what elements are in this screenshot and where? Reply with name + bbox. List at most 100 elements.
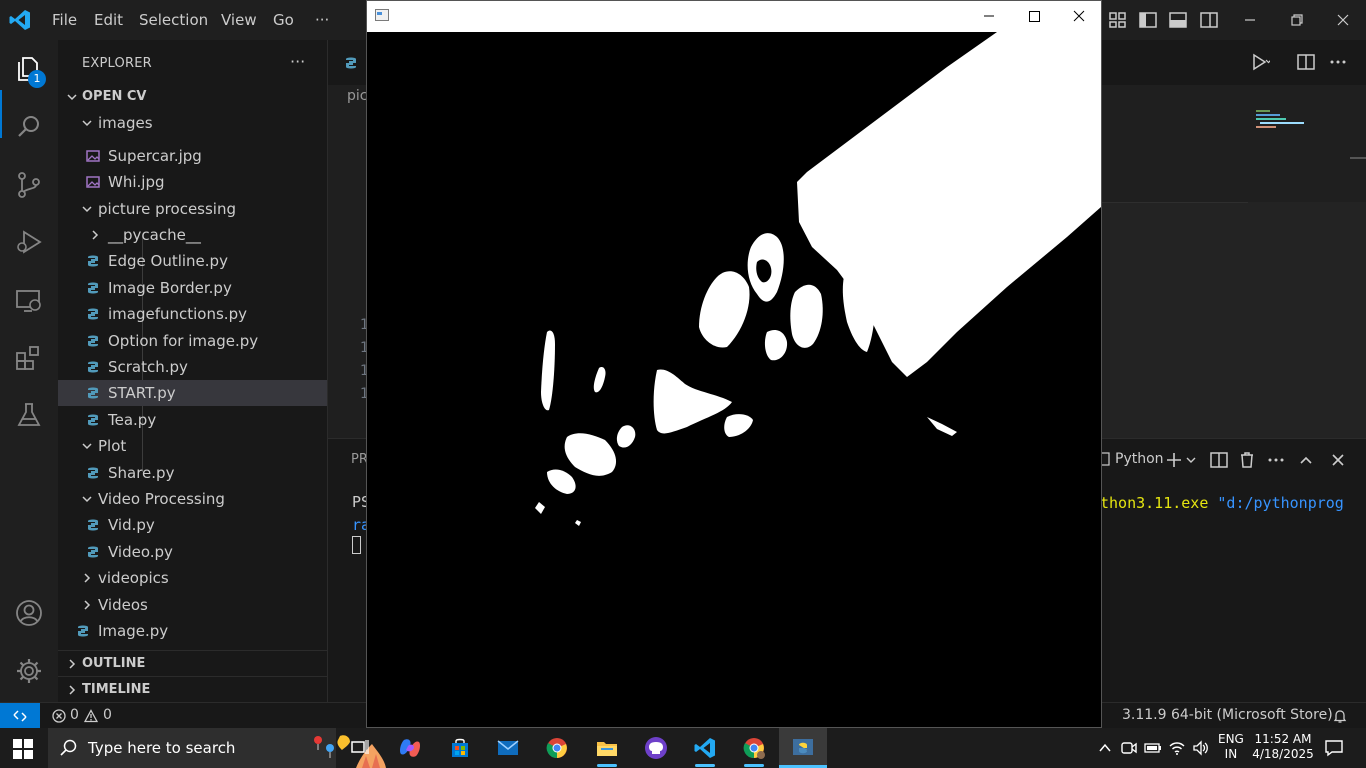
image-window-close-icon[interactable] — [1067, 5, 1091, 27]
tree-file-tea-py[interactable]: Tea.py — [58, 407, 327, 433]
remote-icon — [13, 710, 27, 722]
taskbar-mail[interactable] — [484, 728, 532, 768]
vscode-minimize-icon[interactable] — [1240, 10, 1260, 30]
toggle-secondary-sidebar-icon[interactable] — [1199, 10, 1219, 30]
toggle-panel-icon[interactable] — [1168, 10, 1188, 30]
menu-go[interactable]: Go — [273, 11, 294, 29]
testing-icon[interactable] — [14, 400, 44, 430]
tree-folder-images[interactable]: images — [58, 110, 327, 136]
taskbar-copilot[interactable] — [386, 728, 434, 768]
input-language-indicator[interactable]: ENG IN — [1218, 732, 1244, 762]
tree-file-edge-outline-py[interactable]: Edge Outline.py — [58, 248, 327, 274]
tree-file-video-py[interactable]: Video.py — [58, 539, 327, 565]
tree-folder-videopics[interactable]: videopics — [58, 565, 327, 591]
accounts-icon[interactable] — [14, 598, 44, 628]
tree-folder-video-processing[interactable]: Video Processing — [58, 486, 327, 512]
image-window-titlebar[interactable] — [367, 1, 1101, 32]
battery-icon[interactable] — [1144, 739, 1162, 757]
chevron-up-icon[interactable] — [1096, 739, 1114, 757]
editor-breadcrumb[interactable]: pic — [347, 88, 367, 104]
editor-more-actions-icon[interactable] — [1328, 52, 1348, 72]
python-interpreter-selector[interactable]: 3.11.9 64-bit (Microsoft Store) — [1122, 707, 1333, 723]
taskbar-microsoft-store[interactable] — [436, 728, 484, 768]
outline-section-header[interactable]: OUTLINE — [58, 650, 327, 676]
manage-gear-icon[interactable] — [14, 656, 44, 686]
tree-file-supercar-jpg[interactable]: Supercar.jpg — [58, 143, 327, 169]
run-file-icon[interactable] — [1250, 52, 1270, 72]
toggle-primary-sidebar-icon[interactable] — [1138, 10, 1158, 30]
tree-folder-videos[interactable]: Videos — [58, 592, 327, 618]
image-window-minimize-icon[interactable] — [977, 5, 1001, 27]
image-window-maximize-icon[interactable] — [1022, 5, 1046, 27]
extensions-icon[interactable] — [14, 343, 44, 373]
tree-folder-pycache[interactable]: __pycache__ — [58, 222, 327, 248]
close-panel-icon[interactable] — [1328, 450, 1348, 470]
windows-start-icon[interactable] — [12, 738, 34, 760]
tree-item-label: Option for image.py — [108, 332, 259, 350]
wifi-icon[interactable] — [1168, 739, 1186, 757]
opencv-image-window[interactable] — [366, 0, 1102, 728]
terminal-shell-label[interactable]: Python — [1115, 451, 1164, 467]
meet-now-icon[interactable] — [1120, 739, 1138, 757]
volume-icon[interactable] — [1192, 739, 1210, 757]
vscode-close-icon[interactable] — [1333, 10, 1353, 30]
python-file-icon — [88, 255, 98, 267]
chevron-down-icon[interactable] — [1184, 450, 1198, 470]
tree-item-label: Plot — [98, 437, 127, 455]
menu-more[interactable]: ··· — [315, 11, 329, 29]
image-file-icon — [86, 150, 100, 162]
sidebar-more-actions[interactable]: ··· — [290, 52, 305, 71]
maximize-panel-icon[interactable] — [1296, 450, 1316, 470]
tree-file-image-border-py[interactable]: Image Border.py — [58, 275, 327, 301]
tree-file-whi-jpg[interactable]: Whi.jpg — [58, 169, 327, 195]
vscode-restore-icon[interactable] — [1287, 10, 1307, 30]
menu-selection[interactable]: Selection — [139, 11, 208, 29]
tree-file-start-py[interactable]: START.py — [58, 380, 327, 406]
taskbar-python[interactable] — [779, 728, 827, 768]
tree-folder-plot[interactable]: Plot — [58, 433, 327, 459]
trash-icon[interactable] — [1237, 450, 1257, 470]
activity-active-indicator — [0, 90, 2, 138]
error-icon[interactable] — [52, 709, 66, 723]
menu-file[interactable]: File — [52, 11, 77, 29]
customize-layout-icon[interactable] — [1108, 10, 1128, 30]
tree-file-image-py[interactable]: Image.py — [58, 618, 327, 644]
timeline-section-header[interactable]: TIMELINE — [58, 676, 327, 702]
tree-file-option-for-image-py[interactable]: Option for image.py — [58, 328, 327, 354]
tree-file-imagefunctions-py[interactable]: imagefunctions.py — [58, 301, 327, 327]
error-count[interactable]: 0 — [70, 707, 79, 723]
notifications-bell-icon[interactable] — [1332, 708, 1348, 724]
tree-file-scratch-py[interactable]: Scratch.py — [58, 354, 327, 380]
python-file-icon[interactable] — [344, 56, 358, 70]
taskbar-vscode[interactable] — [681, 728, 729, 768]
taskbar-file-explorer[interactable] — [583, 728, 631, 768]
search-icon[interactable] — [14, 112, 44, 142]
action-center-icon[interactable] — [1324, 738, 1344, 758]
taskbar-chrome[interactable] — [533, 728, 581, 768]
menu-edit[interactable]: Edit — [94, 11, 123, 29]
system-clock[interactable]: 11:52 AM 4/18/2025 — [1252, 732, 1314, 762]
taskbar-github-desktop[interactable] — [632, 728, 680, 768]
python-file-icon — [88, 467, 98, 479]
source-control-icon[interactable] — [14, 170, 44, 200]
tree-folder-picture-processing[interactable]: picture processing — [58, 196, 327, 222]
split-editor-icon[interactable] — [1296, 52, 1316, 72]
minimap-area[interactable] — [1102, 202, 1366, 438]
new-terminal-icon[interactable] — [1164, 450, 1184, 470]
taskbar-search-box[interactable]: Type here to search — [48, 728, 386, 768]
panel-more-icon[interactable] — [1266, 450, 1286, 470]
tree-file-share-py[interactable]: Share.py — [58, 460, 327, 486]
remote-explorer-icon[interactable] — [14, 286, 44, 316]
workspace-folder-header[interactable]: OPEN CV — [58, 84, 327, 110]
warning-count[interactable]: 0 — [103, 707, 112, 723]
task-view-button[interactable] — [336, 728, 384, 768]
run-debug-icon[interactable] — [14, 227, 44, 257]
menu-view[interactable]: View — [221, 11, 257, 29]
split-terminal-icon[interactable] — [1209, 450, 1229, 470]
warning-icon[interactable] — [84, 709, 98, 723]
remote-indicator-button[interactable] — [0, 703, 40, 729]
taskbar-chrome-profile[interactable] — [730, 728, 778, 768]
tree-file-vid-py[interactable]: Vid.py — [58, 512, 327, 538]
tree-item-label: videopics — [98, 569, 169, 587]
tree-item-label: Image.py — [98, 622, 169, 640]
